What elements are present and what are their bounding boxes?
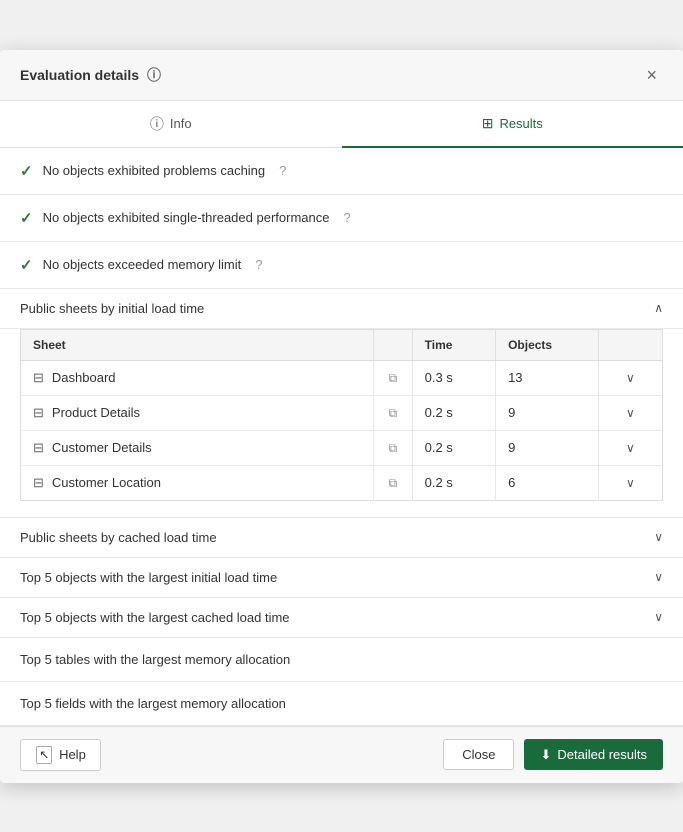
table-row: ⊟ Customer Details ⧉ 0.2 s 9 ∨ (21, 430, 663, 465)
section-cached-load-chevron: ∨ (654, 530, 663, 544)
time-cell-product: 0.2 s (412, 395, 495, 430)
sheet-name-cell: ⊟ Customer Location (21, 465, 374, 500)
section-top5-cached-header[interactable]: Top 5 objects with the largest cached lo… (0, 598, 683, 638)
sheet-icon-location: ⊟ (33, 475, 44, 491)
objects-cell-dashboard: 13 (496, 360, 599, 395)
help-button[interactable]: ↗ Help (20, 739, 101, 771)
section-cached-load-header[interactable]: Public sheets by cached load time ∨ (0, 518, 683, 558)
check-memory-icon: ✓ (20, 256, 33, 274)
check-memory: ✓ No objects exceeded memory limit ? (0, 242, 683, 289)
results-tab-icon: ⊞ (482, 115, 494, 132)
sheet-name-cell: ⊟ Customer Details (21, 430, 374, 465)
check-single-thread-help-icon[interactable]: ? (343, 210, 350, 225)
check-caching-text: No objects exhibited problems caching (43, 163, 266, 178)
copy-cell-product: ⧉ (374, 395, 413, 430)
expand-cell-product: ∨ (598, 395, 662, 430)
section-top5-initial-title: Top 5 objects with the largest initial l… (20, 570, 277, 585)
col-header-time: Time (412, 329, 495, 360)
sheet-icon-dashboard: ⊟ (33, 370, 44, 386)
copy-cell-location: ⧉ (374, 465, 413, 500)
col-header-expand (598, 329, 662, 360)
copy-cell-dashboard: ⧉ (374, 360, 413, 395)
title-info-icon[interactable]: ⓘ (147, 65, 161, 85)
sheet-name-product: Product Details (52, 405, 140, 420)
expand-cell-dashboard: ∨ (598, 360, 662, 395)
section-cached-load-title: Public sheets by cached load time (20, 530, 217, 545)
check-caching-icon: ✓ (20, 162, 33, 180)
sheet-name-cell: ⊟ Dashboard (21, 360, 374, 395)
info-tab-icon: ⓘ (150, 114, 164, 134)
section-top5-initial-header[interactable]: Top 5 objects with the largest initial l… (0, 558, 683, 598)
modal-close-button[interactable]: × (640, 64, 663, 86)
initial-load-table: Sheet Time Objects ⊟ Dashboard (20, 329, 663, 501)
tab-results[interactable]: ⊞ Results (342, 102, 683, 148)
check-caching: ✓ No objects exhibited problems caching … (0, 148, 683, 195)
check-single-thread: ✓ No objects exhibited single-threaded p… (0, 195, 683, 242)
objects-cell-product: 9 (496, 395, 599, 430)
objects-cell-location: 6 (496, 465, 599, 500)
copy-icon-dashboard[interactable]: ⧉ (389, 371, 398, 385)
expand-btn-product[interactable]: ∨ (622, 404, 639, 422)
expand-cell-location: ∨ (598, 465, 662, 500)
expand-cell-customer: ∨ (598, 430, 662, 465)
close-dialog-button[interactable]: Close (443, 739, 514, 770)
section-top5-cached-chevron: ∨ (654, 610, 663, 624)
section-initial-load-chevron: ∧ (654, 301, 663, 315)
time-cell-location: 0.2 s (412, 465, 495, 500)
copy-icon-customer[interactable]: ⧉ (389, 441, 398, 455)
evaluation-details-modal: Evaluation details ⓘ × ⓘ Info ⊞ Results … (0, 50, 683, 783)
modal-title: Evaluation details ⓘ (20, 65, 161, 85)
tab-info[interactable]: ⓘ Info (0, 102, 342, 148)
check-single-thread-icon: ✓ (20, 209, 33, 227)
results-tab-label: Results (499, 116, 542, 131)
objects-cell-customer: 9 (496, 430, 599, 465)
section-top5-memory-fields-title: Top 5 fields with the largest memory all… (20, 696, 286, 711)
expand-btn-customer[interactable]: ∨ (622, 439, 639, 457)
tab-bar: ⓘ Info ⊞ Results (0, 101, 683, 148)
modal-header: Evaluation details ⓘ × (0, 50, 683, 101)
col-header-sheet: Sheet (21, 329, 374, 360)
detailed-results-button[interactable]: ⬇ Detailed results (524, 739, 663, 770)
table-row: ⊟ Customer Location ⧉ 0.2 s 6 ∨ (21, 465, 663, 500)
section-top5-initial-chevron: ∨ (654, 570, 663, 584)
help-btn-icon: ↗ (36, 745, 52, 763)
section-initial-load-header[interactable]: Public sheets by initial load time ∧ (0, 289, 683, 329)
copy-cell-customer: ⧉ (374, 430, 413, 465)
sheet-name-customer: Customer Details (52, 440, 152, 455)
section-top5-memory-tables-header[interactable]: Top 5 tables with the largest memory all… (0, 638, 683, 682)
info-tab-label: Info (170, 116, 192, 131)
expand-btn-dashboard[interactable]: ∨ (622, 369, 639, 387)
time-cell-customer: 0.2 s (412, 430, 495, 465)
detailed-results-label: Detailed results (557, 747, 647, 762)
sheet-icon-product: ⊟ (33, 405, 44, 421)
download-icon: ⬇ (540, 747, 551, 763)
section-top5-memory-tables-title: Top 5 tables with the largest memory all… (20, 652, 290, 667)
section-top5-cached-title: Top 5 objects with the largest cached lo… (20, 610, 290, 625)
check-memory-help-icon[interactable]: ? (255, 257, 262, 272)
copy-icon-product[interactable]: ⧉ (389, 406, 398, 420)
initial-load-table-container: Sheet Time Objects ⊟ Dashboard (0, 329, 683, 518)
table-row: ⊟ Product Details ⧉ 0.2 s 9 ∨ (21, 395, 663, 430)
check-single-thread-text: No objects exhibited single-threaded per… (43, 210, 330, 225)
section-initial-load-title: Public sheets by initial load time (20, 301, 204, 316)
check-caching-help-icon[interactable]: ? (279, 163, 286, 178)
expand-btn-location[interactable]: ∨ (622, 474, 639, 492)
time-cell-dashboard: 0.3 s (412, 360, 495, 395)
check-memory-text: No objects exceeded memory limit (43, 257, 242, 272)
sheet-name-cell: ⊟ Product Details (21, 395, 374, 430)
col-header-copy (374, 329, 413, 360)
help-btn-label: Help (59, 747, 86, 762)
modal-footer: ↗ Help Close ⬇ Detailed results (0, 726, 683, 783)
title-text: Evaluation details (20, 67, 139, 83)
footer-right: Close ⬇ Detailed results (443, 739, 663, 770)
modal-body: ✓ No objects exhibited problems caching … (0, 148, 683, 726)
copy-icon-location[interactable]: ⧉ (389, 476, 398, 490)
sheet-name-dashboard: Dashboard (52, 370, 116, 385)
sheet-icon-customer: ⊟ (33, 440, 44, 456)
section-top5-memory-fields-header[interactable]: Top 5 fields with the largest memory all… (0, 682, 683, 726)
table-row: ⊟ Dashboard ⧉ 0.3 s 13 ∨ (21, 360, 663, 395)
sheet-name-location: Customer Location (52, 475, 161, 490)
col-header-objects: Objects (496, 329, 599, 360)
